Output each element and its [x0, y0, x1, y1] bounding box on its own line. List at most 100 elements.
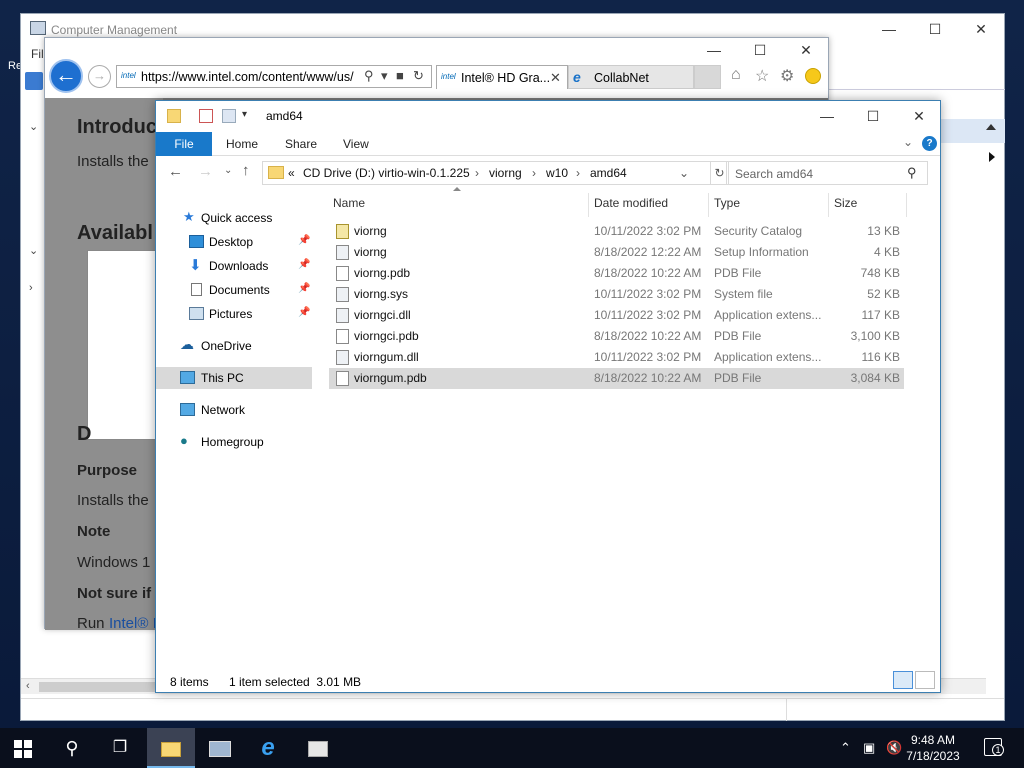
recent-locations-icon[interactable]: ⌄: [224, 165, 232, 176]
computer-management-taskbar-icon[interactable]: [196, 728, 244, 768]
explorer-minimize-button[interactable]: —: [804, 101, 850, 131]
breadcrumb[interactable]: « CD Drive (D:) virtio-win-0.1.225 › vio…: [262, 161, 711, 185]
nav-desktop[interactable]: Desktop 📌: [156, 231, 312, 253]
explorer-close-button[interactable]: ✕: [896, 101, 942, 131]
chevron-down-icon[interactable]: ⌄: [29, 120, 38, 133]
tab-view[interactable]: View: [343, 137, 369, 151]
chevron-right-icon[interactable]: ›: [475, 166, 479, 180]
cm-maximize-button[interactable]: ☐: [912, 14, 958, 44]
pin-icon[interactable]: 📌: [298, 259, 310, 270]
nav-network[interactable]: Network: [156, 399, 312, 421]
up-arrow-icon[interactable]: ↑: [242, 162, 250, 179]
scrollbar-thumb[interactable]: [39, 682, 159, 692]
ie-close-button[interactable]: ✕: [783, 38, 829, 62]
cm-close-button[interactable]: ✕: [958, 14, 1004, 44]
new-tab-button[interactable]: [694, 65, 721, 89]
tab-file[interactable]: File: [156, 132, 212, 156]
file-row-selected[interactable]: viorngum.pdb 8/18/2022 10:22 AM PDB File…: [329, 368, 904, 389]
close-tab-icon[interactable]: ✕: [550, 70, 561, 86]
pin-icon[interactable]: 📌: [298, 235, 310, 246]
tab-intel[interactable]: intel Intel® HD Gra... ✕: [436, 65, 568, 89]
tab-home[interactable]: Home: [226, 137, 258, 151]
chevron-right-icon[interactable]: ›: [532, 166, 536, 180]
tab-collabnet[interactable]: e CollabNet: [568, 65, 694, 89]
forward-button[interactable]: →: [88, 65, 111, 88]
dropdown-icon[interactable]: ▾: [381, 68, 388, 84]
nav-homegroup[interactable]: ● Homegroup: [156, 431, 312, 453]
link-intel[interactable]: Intel® I: [109, 615, 157, 632]
qat-dropdown-icon[interactable]: ▾: [242, 109, 247, 120]
refresh-icon[interactable]: ↻: [413, 68, 424, 84]
ie-maximize-button[interactable]: ☐: [737, 38, 783, 62]
file-row[interactable]: viorng.pdb 8/18/2022 10:22 AM PDB File 7…: [329, 263, 904, 284]
column-size[interactable]: Size: [834, 196, 857, 210]
nav-onedrive[interactable]: ☁ OneDrive: [156, 335, 312, 357]
windows-start-icon[interactable]: [14, 740, 32, 758]
file-row[interactable]: viorng 8/18/2022 12:22 AM Setup Informat…: [329, 242, 904, 263]
file-row[interactable]: viorng 10/11/2022 3:02 PM Security Catal…: [329, 221, 904, 242]
explorer-title: amd64: [266, 109, 303, 123]
file-explorer-taskbar-icon[interactable]: [147, 728, 195, 768]
pin-icon[interactable]: 📌: [298, 307, 310, 318]
breadcrumb-amd64[interactable]: amd64: [590, 166, 627, 180]
file-row[interactable]: viorngci.dll 10/11/2022 3:02 PM Applicat…: [329, 305, 904, 326]
explorer-maximize-button[interactable]: ☐: [850, 101, 896, 131]
details-view-icon[interactable]: [893, 671, 913, 689]
properties-icon[interactable]: [199, 109, 213, 123]
clock[interactable]: 9:48 AM 7/18/2023: [898, 732, 968, 764]
file-row[interactable]: viorng.sys 10/11/2022 3:02 PM System fil…: [329, 284, 904, 305]
search-icon[interactable]: ⚲: [364, 68, 374, 84]
task-view-icon[interactable]: ❐: [96, 728, 144, 768]
notification-icon[interactable]: 1: [984, 738, 1004, 756]
cm-menu-file[interactable]: Fil: [21, 44, 45, 66]
ie-minimize-button[interactable]: —: [691, 38, 737, 62]
nav-downloads[interactable]: ⬇ Downloads 📌: [156, 255, 312, 277]
column-type[interactable]: Type: [714, 196, 740, 210]
column-name[interactable]: Name: [333, 196, 365, 210]
nav-this-pc[interactable]: This PC: [156, 367, 312, 389]
help-icon[interactable]: ?: [922, 136, 937, 151]
file-row[interactable]: viorngci.pdb 8/18/2022 10:22 AM PDB File…: [329, 326, 904, 347]
chevron-right-icon[interactable]: ›: [576, 166, 580, 180]
internet-explorer-taskbar-icon[interactable]: e: [244, 728, 292, 768]
network-icon[interactable]: ▣: [863, 740, 875, 756]
address-url[interactable]: https://www.intel.com/content/www/us/: [141, 70, 354, 84]
breadcrumb-viorng[interactable]: viorng: [489, 166, 522, 180]
tab-share[interactable]: Share: [285, 137, 317, 151]
favorites-star-icon[interactable]: ☆: [755, 66, 769, 86]
pin-icon[interactable]: 📌: [298, 283, 310, 294]
ribbon-expand-icon[interactable]: ⌄: [903, 135, 913, 149]
forward-arrow-icon[interactable]: →: [198, 163, 213, 180]
search-icon[interactable]: ⚲: [907, 165, 917, 181]
search-placeholder[interactable]: Search amd64: [735, 167, 813, 181]
file-row[interactable]: viorngum.dll 10/11/2022 3:02 PM Applicat…: [329, 347, 904, 368]
breadcrumb-overflow[interactable]: «: [288, 166, 295, 180]
nav-documents[interactable]: Documents 📌: [156, 279, 312, 301]
feedback-smiley-icon[interactable]: [805, 68, 821, 84]
back-arrow-icon[interactable]: ←: [168, 163, 183, 180]
back-button[interactable]: ←: [49, 59, 83, 93]
gear-icon[interactable]: ⚙: [780, 66, 794, 86]
nav-quick-access[interactable]: ★ Quick access: [156, 207, 312, 229]
column-date[interactable]: Date modified: [594, 196, 668, 210]
file-type: Setup Information: [714, 245, 809, 259]
scroll-left-icon[interactable]: ‹: [26, 680, 30, 692]
chevron-right-icon[interactable]: ›: [29, 282, 33, 294]
cm-back-arrow-icon[interactable]: [25, 72, 43, 90]
breadcrumb-w10[interactable]: w10: [546, 166, 568, 180]
large-icons-view-icon[interactable]: [915, 671, 935, 689]
new-folder-icon[interactable]: [222, 109, 236, 123]
home-icon[interactable]: ⌂: [731, 66, 741, 84]
chevron-up-icon[interactable]: ⌃: [840, 740, 851, 756]
nav-pictures[interactable]: Pictures 📌: [156, 303, 312, 325]
address-bar[interactable]: intel https://www.intel.com/content/www/…: [116, 65, 432, 88]
cm-minimize-button[interactable]: —: [866, 14, 912, 44]
collapse-up-icon[interactable]: [986, 124, 996, 130]
expand-right-icon[interactable]: [989, 152, 995, 162]
breadcrumb-cd-drive[interactable]: CD Drive (D:) virtio-win-0.1.225: [303, 166, 470, 180]
search-box[interactable]: Search amd64 ⚲: [726, 161, 928, 185]
chevron-down-icon[interactable]: ⌄: [29, 244, 38, 257]
address-dropdown-icon[interactable]: ⌄: [679, 166, 689, 180]
app-taskbar-icon[interactable]: [294, 728, 342, 768]
search-icon[interactable]: ⚲: [48, 728, 96, 768]
